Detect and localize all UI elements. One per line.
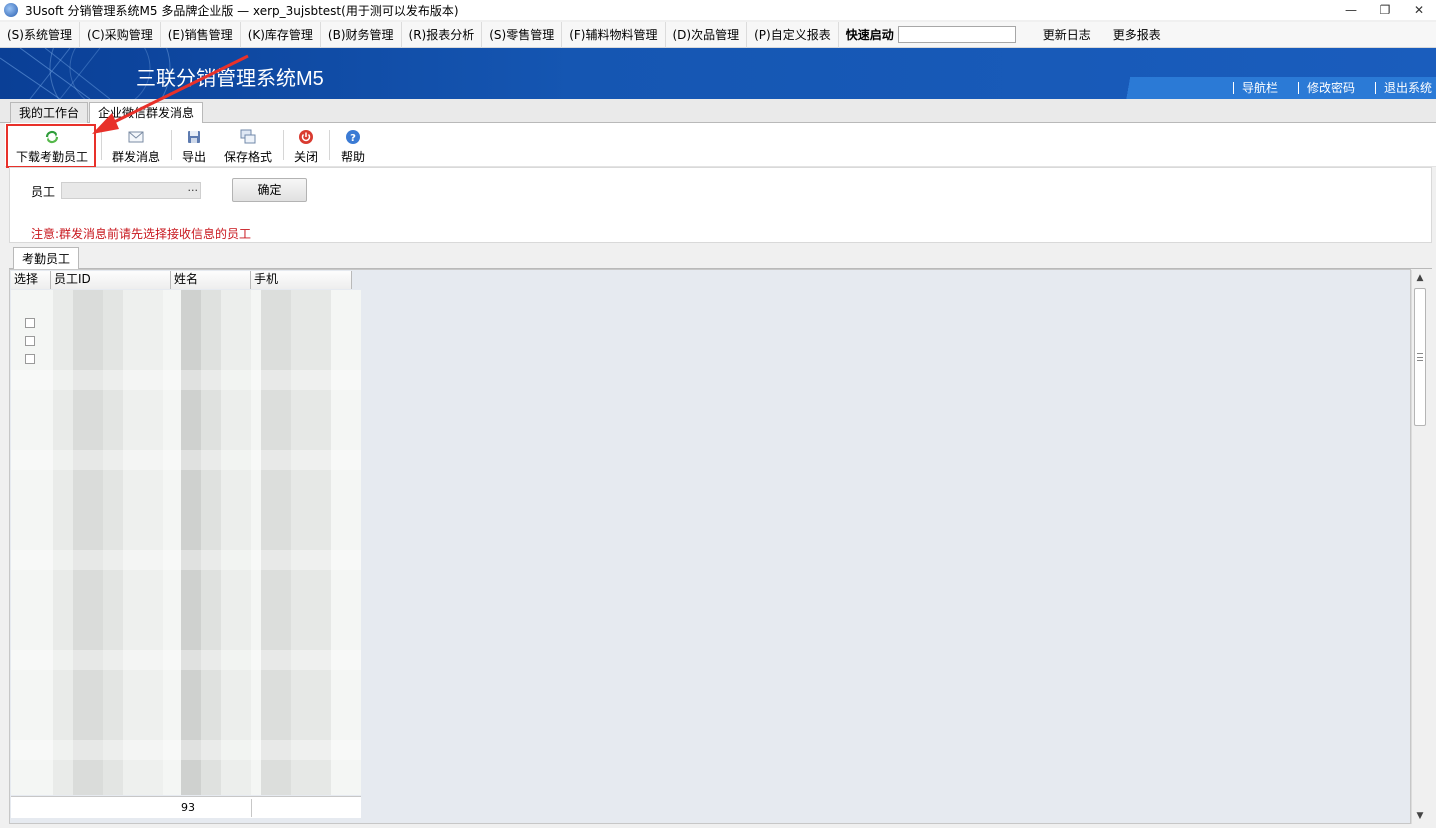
quick-launch-label: 快速启动 bbox=[845, 28, 894, 42]
change-password-link[interactable]: 修改密码 bbox=[1297, 82, 1359, 94]
export-label: 导出 bbox=[182, 150, 207, 164]
banner-links: 导航栏 修改密码 退出系统 bbox=[1116, 77, 1436, 99]
menu-retail[interactable]: (S)零售管理 bbox=[482, 21, 563, 48]
toolbar: 下载考勤员工 群发消息 导出 保存格式 关闭 ? 帮助 bbox=[5, 123, 1436, 167]
grid-header: 选择 员工ID 姓名 手机 bbox=[11, 271, 352, 289]
app-icon bbox=[4, 3, 18, 17]
export-button[interactable]: 导出 bbox=[182, 126, 206, 166]
menu-bar: (S)系统管理 (C)采购管理 (E)销售管理 (K)库存管理 (B)财务管理 … bbox=[0, 21, 1436, 48]
blurred-row bbox=[11, 550, 361, 570]
blurred-row bbox=[11, 450, 361, 470]
filter-panel: 员工 ··· 确定 注意:群发消息前请先选择接收信息的员工 bbox=[9, 167, 1432, 243]
quick-launch-input[interactable] bbox=[897, 26, 1016, 43]
grip-icon bbox=[1417, 353, 1423, 361]
blurred-column bbox=[291, 290, 331, 795]
broadcast-message-button[interactable]: 群发消息 bbox=[112, 126, 160, 166]
blurred-column bbox=[201, 290, 221, 795]
help-button[interactable]: ? 帮助 bbox=[341, 126, 365, 166]
column-employee-id[interactable]: 员工ID bbox=[51, 271, 171, 289]
window-title: 3Usoft 分销管理系统M5 多品牌企业版 — xerp_3ujsbtest(… bbox=[25, 3, 459, 18]
column-phone[interactable]: 手机 bbox=[251, 271, 352, 289]
blurred-column bbox=[53, 290, 73, 795]
close-button[interactable]: ✕ bbox=[1402, 0, 1436, 20]
grid-footer: 93 bbox=[11, 796, 361, 818]
menu-custom-reports[interactable]: (P)自定义报表 bbox=[747, 21, 839, 48]
column-name[interactable]: 姓名 bbox=[171, 271, 251, 289]
vertical-scrollbar[interactable]: ▲ ▼ bbox=[1411, 270, 1427, 824]
logout-link[interactable]: 退出系统 bbox=[1374, 82, 1436, 94]
menu-sales[interactable]: (E)销售管理 bbox=[161, 21, 241, 48]
changelog-link[interactable]: 更新日志 bbox=[1032, 26, 1102, 43]
toolbar-divider bbox=[283, 130, 284, 160]
more-reports-link[interactable]: 更多报表 bbox=[1102, 26, 1172, 43]
toolbar-divider bbox=[171, 130, 172, 160]
title-bar: 3Usoft 分销管理系统M5 多品牌企业版 — xerp_3ujsbtest(… bbox=[0, 0, 1436, 20]
sub-tabs: 考勤员工 bbox=[9, 245, 1432, 270]
employee-picker[interactable]: ··· bbox=[61, 182, 201, 199]
menu-system[interactable]: (S)系统管理 bbox=[0, 21, 80, 48]
row-checkbox[interactable] bbox=[25, 354, 35, 364]
close-page-button[interactable]: 关闭 bbox=[294, 126, 318, 166]
employee-label: 员工 bbox=[31, 185, 56, 199]
blurred-column bbox=[123, 290, 163, 795]
notice-text: 注意:群发消息前请先选择接收信息的员工 bbox=[31, 227, 252, 241]
blurred-column bbox=[103, 290, 123, 795]
scroll-thumb[interactable] bbox=[1414, 288, 1426, 426]
tab-wechat-broadcast[interactable]: 企业微信群发消息 bbox=[89, 102, 204, 124]
menu-inventory[interactable]: (K)库存管理 bbox=[241, 21, 321, 48]
menu-defective[interactable]: (D)次品管理 bbox=[666, 21, 748, 48]
toolbar-divider bbox=[101, 130, 102, 160]
blurred-column bbox=[73, 290, 103, 795]
blurred-column bbox=[181, 290, 201, 795]
blurred-row bbox=[11, 370, 361, 390]
annotation-highlight-box bbox=[6, 124, 96, 168]
toolbar-divider bbox=[329, 130, 330, 160]
grid-body-obscured bbox=[11, 290, 361, 795]
save-format-label: 保存格式 bbox=[224, 150, 273, 164]
footer-divider bbox=[251, 799, 252, 817]
help-label: 帮助 bbox=[341, 150, 366, 164]
svg-text:?: ? bbox=[350, 133, 356, 144]
confirm-button[interactable]: 确定 bbox=[232, 178, 307, 202]
scroll-down-icon[interactable]: ▼ bbox=[1412, 808, 1428, 824]
help-icon: ? bbox=[345, 129, 361, 145]
row-count: 93 bbox=[181, 801, 195, 814]
layout-icon bbox=[240, 129, 256, 145]
close-page-label: 关闭 bbox=[294, 150, 319, 164]
restore-button[interactable]: ❐ bbox=[1368, 0, 1402, 20]
tab-attendance-employees[interactable]: 考勤员工 bbox=[13, 247, 80, 270]
menu-materials[interactable]: (F)辅料物料管理 bbox=[562, 21, 666, 48]
scroll-up-icon[interactable]: ▲ bbox=[1412, 270, 1428, 286]
save-icon bbox=[186, 129, 202, 145]
minimize-button[interactable]: — bbox=[1334, 0, 1368, 20]
mail-icon bbox=[128, 129, 144, 145]
menu-purchase[interactable]: (C)采购管理 bbox=[80, 21, 161, 48]
banner-title: 三联分销管理系统M5 bbox=[136, 68, 324, 90]
row-checkbox[interactable] bbox=[25, 336, 35, 346]
tab-workbench[interactable]: 我的工作台 bbox=[10, 102, 89, 123]
save-format-button[interactable]: 保存格式 bbox=[224, 126, 272, 166]
blurred-column bbox=[221, 290, 251, 795]
column-select[interactable]: 选择 bbox=[11, 271, 51, 289]
row-checkbox[interactable] bbox=[25, 318, 35, 328]
blurred-row bbox=[11, 650, 361, 670]
page-tabs: 我的工作台 企业微信群发消息 bbox=[0, 99, 1436, 124]
ellipsis-icon[interactable]: ··· bbox=[188, 184, 199, 197]
broadcast-message-label: 群发消息 bbox=[112, 150, 161, 164]
menu-finance[interactable]: (B)财务管理 bbox=[321, 21, 402, 48]
blurred-column bbox=[261, 290, 291, 795]
navigation-link[interactable]: 导航栏 bbox=[1232, 82, 1282, 94]
menu-reports[interactable]: (R)报表分析 bbox=[402, 21, 483, 48]
power-icon bbox=[298, 129, 314, 145]
window-controls: — ❐ ✕ bbox=[1334, 0, 1436, 20]
employee-grid: 选择 员工ID 姓名 手机 93 bbox=[9, 269, 1411, 824]
header-banner: 三联分销管理系统M5 导航栏 修改密码 退出系统 bbox=[0, 48, 1436, 99]
blurred-row bbox=[11, 740, 361, 760]
